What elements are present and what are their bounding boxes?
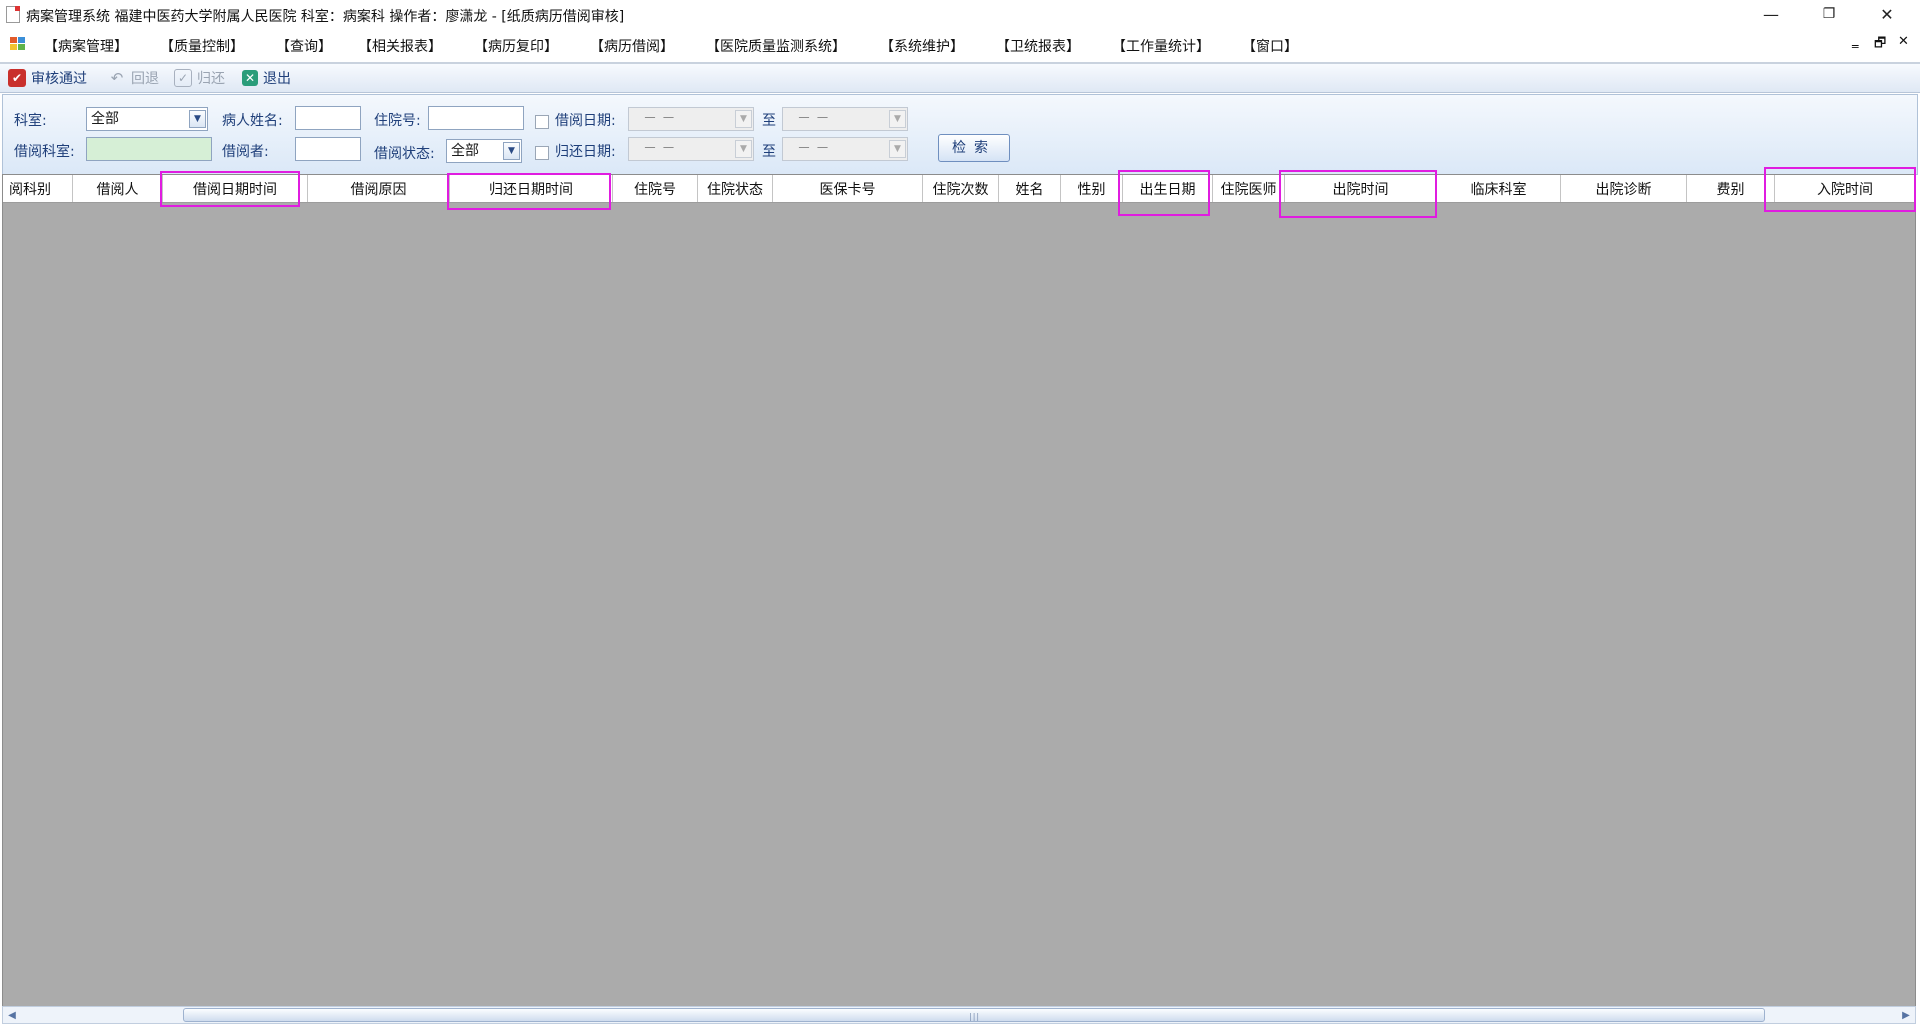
status-select[interactable]: 全部 ▼ <box>446 139 522 163</box>
return-date-to[interactable]: － － ▼ <box>782 137 908 161</box>
return-to-label: 至 <box>762 144 776 160</box>
scroll-left-icon[interactable]: ◀ <box>3 1007 21 1023</box>
mdi-minimize-button[interactable]: ‗ <box>1852 34 1859 49</box>
menu-quality-monitoring[interactable]: 【医院质量监测系统】 <box>706 36 846 56</box>
col-header-admission-count[interactable]: 住院次数 <box>923 175 999 202</box>
checkbox-check-icon: ✓ <box>174 69 192 87</box>
col-header-fee-type[interactable]: 费别 <box>1687 175 1775 202</box>
menu-health-statistics[interactable]: 【卫统报表】 <box>996 36 1080 56</box>
menu-query[interactable]: 【查询】 <box>276 36 332 56</box>
scrollbar-thumb[interactable]: ||| <box>183 1008 1765 1022</box>
chevron-down-icon[interactable]: ▼ <box>503 142 520 160</box>
borrow-to-label: 至 <box>762 113 776 129</box>
patient-name-input[interactable] <box>295 106 361 130</box>
col-header-admission-no[interactable]: 住院号 <box>613 175 698 202</box>
rollback-icon: ↶ <box>110 69 124 87</box>
dept-select[interactable]: 全部 ▼ <box>86 107 208 131</box>
borrow-date-from-value: － － <box>643 111 676 127</box>
scroll-right-icon[interactable]: ▶ <box>1897 1007 1915 1023</box>
return-date-checkbox[interactable] <box>535 146 549 160</box>
borrow-date-to-value: － － <box>797 111 830 127</box>
app-icon <box>6 6 20 23</box>
approve-icon: ✔ <box>8 69 26 87</box>
rollback-button[interactable]: ↶ 回退 <box>108 68 159 88</box>
menu-reports[interactable]: 【相关报表】 <box>358 36 442 56</box>
close-button[interactable]: ✕ <box>1858 0 1916 28</box>
chevron-down-icon[interactable]: ▼ <box>889 110 906 128</box>
return-date-from-value: － － <box>643 141 676 157</box>
col-header-attending-doctor[interactable]: 住院医师 <box>1213 175 1285 202</box>
col-header-borrow-category[interactable]: 阅科别 <box>3 175 73 202</box>
borrow-date-checkbox[interactable] <box>535 115 549 129</box>
borrow-date-label: 借阅日期: <box>555 113 616 129</box>
exit-button[interactable]: ✕ 退出 <box>242 68 291 88</box>
col-header-borrower[interactable]: 借阅人 <box>73 175 163 202</box>
col-header-discharge-diagnosis[interactable]: 出院诊断 <box>1561 175 1687 202</box>
admission-no-input[interactable] <box>428 106 524 130</box>
grip-icon: ||| <box>969 1012 981 1021</box>
approve-button[interactable]: ✔ 审核通过 <box>8 68 87 88</box>
mdi-close-button[interactable]: ✕ <box>1898 34 1909 49</box>
chevron-down-icon[interactable]: ▼ <box>889 140 906 158</box>
toolbar: ✔ 审核通过 ↶ 回退 ✓ 归还 ✕ 退出 <box>0 64 1920 93</box>
status-value: 全部 <box>451 143 479 159</box>
col-header-name[interactable]: 姓名 <box>999 175 1061 202</box>
menu-window[interactable]: 【窗口】 <box>1242 36 1298 56</box>
borrower-label: 借阅者: <box>222 144 269 160</box>
horizontal-scrollbar[interactable]: ◀ ||| ▶ <box>2 1006 1916 1024</box>
dept-value: 全部 <box>91 111 119 127</box>
col-header-gender[interactable]: 性别 <box>1061 175 1123 202</box>
menu-case-management[interactable]: 【病案管理】 <box>44 36 128 56</box>
app-menu-icon[interactable] <box>10 37 26 51</box>
col-header-clinical-dept[interactable]: 临床科室 <box>1437 175 1561 202</box>
menu-bar: 【病案管理】 【质量控制】 【查询】 【相关报表】 【病历复印】 【病历借阅】 … <box>0 28 1920 64</box>
exit-icon: ✕ <box>242 70 258 86</box>
col-header-insurance-card[interactable]: 医保卡号 <box>773 175 923 202</box>
search-button[interactable]: 检索 <box>938 134 1010 162</box>
window-title: 病案管理系统 福建中医药大学附属人民医院 科室：病案科 操作者：廖潇龙 - [纸… <box>26 9 625 25</box>
highlight-return-datetime <box>447 173 611 210</box>
approve-label: 审核通过 <box>31 71 87 87</box>
records-grid[interactable]: 阅科别 借阅人 借阅日期时间 借阅原因 归还日期时间 住院号 住院状态 医保卡号… <box>2 174 1916 1012</box>
borrow-dept-label: 借阅科室: <box>14 144 75 160</box>
return-date-label: 归还日期: <box>555 144 616 160</box>
menu-workload-statistics[interactable]: 【工作量统计】 <box>1112 36 1210 56</box>
dept-label: 科室: <box>14 113 47 129</box>
restore-button[interactable]: ❐ <box>1800 0 1858 28</box>
return-date-to-value: － － <box>797 141 830 157</box>
exit-label: 退出 <box>263 71 291 87</box>
admission-no-label: 住院号: <box>374 113 421 129</box>
menu-record-copy[interactable]: 【病历复印】 <box>474 36 558 56</box>
chevron-down-icon[interactable]: ▼ <box>735 140 752 158</box>
title-bar: 病案管理系统 福建中医药大学附属人民医院 科室：病案科 操作者：廖潇龙 - [纸… <box>0 0 1920 28</box>
return-date-from[interactable]: － － ▼ <box>628 137 754 161</box>
menu-quality-control[interactable]: 【质量控制】 <box>160 36 244 56</box>
minimize-button[interactable]: — <box>1742 0 1800 28</box>
highlight-admission-time <box>1764 167 1916 212</box>
borrow-date-to[interactable]: － － ▼ <box>782 107 908 131</box>
return-label: 归还 <box>197 71 225 87</box>
mdi-restore-button[interactable]: 🗗 <box>1874 34 1886 56</box>
col-header-borrow-reason[interactable]: 借阅原因 <box>308 175 450 202</box>
highlight-discharge-time <box>1279 170 1437 218</box>
borrow-dept-input[interactable] <box>86 137 212 161</box>
status-label: 借阅状态: <box>374 146 435 162</box>
return-button[interactable]: ✓ 归还 <box>174 68 225 88</box>
col-header-admission-status[interactable]: 住院状态 <box>698 175 773 202</box>
menu-system-maintenance[interactable]: 【系统维护】 <box>880 36 964 56</box>
menu-record-borrow[interactable]: 【病历借阅】 <box>590 36 674 56</box>
highlight-birth-date <box>1118 170 1210 216</box>
highlight-borrow-datetime <box>160 171 300 207</box>
rollback-label: 回退 <box>131 71 159 87</box>
patient-name-label: 病人姓名: <box>222 113 283 129</box>
chevron-down-icon[interactable]: ▼ <box>189 110 206 128</box>
borrow-date-from[interactable]: － － ▼ <box>628 107 754 131</box>
chevron-down-icon[interactable]: ▼ <box>735 110 752 128</box>
borrower-input[interactable] <box>295 137 361 161</box>
